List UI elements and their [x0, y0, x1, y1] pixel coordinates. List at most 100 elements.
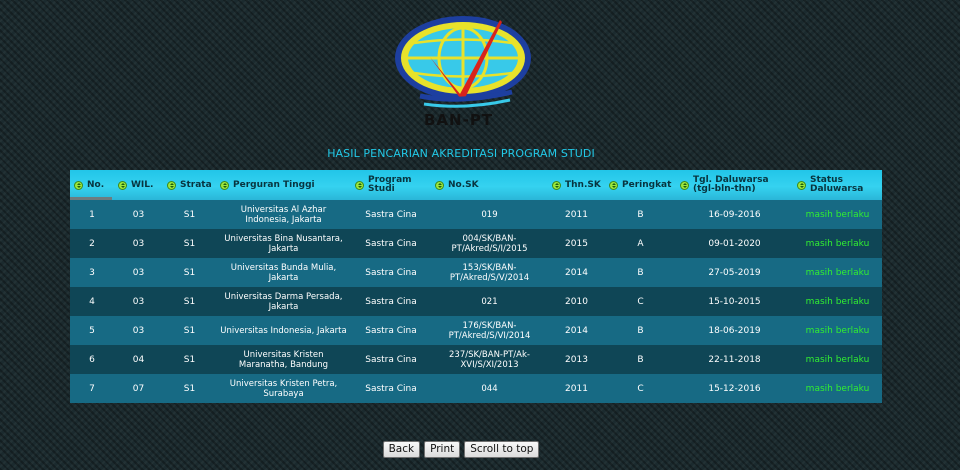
- sort-icon[interactable]: [435, 180, 444, 190]
- cell-no-sk: 019: [431, 200, 548, 229]
- cell-status: masih berlaku: [793, 345, 882, 374]
- cell-no: 1: [70, 200, 114, 229]
- cell-perguruan-tinggi: Universitas Al Azhar Indonesia, Jakarta: [216, 200, 351, 229]
- cell-no: 2: [70, 229, 114, 258]
- cell-status: masih berlaku: [793, 374, 882, 403]
- cell-status: masih berlaku: [793, 287, 882, 316]
- cell-perguruan-tinggi: Universitas Darma Persada, Jakarta: [216, 287, 351, 316]
- cell-tgl-daluwarsa: 15-12-2016: [676, 374, 793, 403]
- cell-wil: 03: [114, 258, 163, 287]
- cell-status: masih berlaku: [793, 229, 882, 258]
- cell-peringkat: B: [605, 345, 676, 374]
- cell-perguruan-tinggi: Universitas Kristen Petra, Surabaya: [216, 374, 351, 403]
- header-no[interactable]: No.: [70, 170, 114, 200]
- cell-strata: S1: [163, 287, 216, 316]
- cell-wil: 03: [114, 287, 163, 316]
- cell-tgl-daluwarsa: 09-01-2020: [676, 229, 793, 258]
- cell-wil: 07: [114, 374, 163, 403]
- cell-program-studi: Sastra Cina: [351, 345, 431, 374]
- header-thn-sk[interactable]: Thn.SK: [548, 170, 605, 200]
- cell-perguruan-tinggi: Universitas Bina Nusantara, Jakarta: [216, 229, 351, 258]
- sort-icon[interactable]: [355, 180, 364, 190]
- cell-tgl-daluwarsa: 27-05-2019: [676, 258, 793, 287]
- cell-thn-sk: 2015: [548, 229, 605, 258]
- results-table: No. WIL. Strata Perguran Tinggi Program …: [70, 170, 882, 403]
- header-peringkat[interactable]: Peringkat: [605, 170, 676, 200]
- print-button[interactable]: Print: [424, 441, 461, 458]
- cell-program-studi: Sastra Cina: [351, 258, 431, 287]
- sort-icon[interactable]: [797, 180, 806, 190]
- cell-strata: S1: [163, 316, 216, 345]
- cell-thn-sk: 2013: [548, 345, 605, 374]
- cell-status: masih berlaku: [793, 258, 882, 287]
- sort-icon[interactable]: [680, 180, 689, 190]
- cell-wil: 04: [114, 345, 163, 374]
- header-wil[interactable]: WIL.: [114, 170, 163, 200]
- cell-thn-sk: 2011: [548, 374, 605, 403]
- sort-icon[interactable]: [220, 180, 229, 190]
- sort-icon[interactable]: [167, 180, 176, 190]
- table-row: 7 07 S1 Universitas Kristen Petra, Surab…: [70, 374, 882, 403]
- table-row: 6 04 S1 Universitas Kristen Maranatha, B…: [70, 345, 882, 374]
- cell-program-studi: Sastra Cina: [351, 374, 431, 403]
- logo-text: BAN-PT: [424, 111, 494, 129]
- cell-no-sk: 044: [431, 374, 548, 403]
- header-strata[interactable]: Strata: [163, 170, 216, 200]
- sort-icon[interactable]: [609, 180, 618, 190]
- cell-strata: S1: [163, 200, 216, 229]
- ban-pt-logo: BAN-PT: [390, 12, 540, 132]
- cell-tgl-daluwarsa: 15-10-2015: [676, 287, 793, 316]
- cell-program-studi: Sastra Cina: [351, 287, 431, 316]
- cell-no: 7: [70, 374, 114, 403]
- header-tgl-daluwarsa[interactable]: Tgl. Daluwarsa (tgl-bln-thn): [676, 170, 793, 200]
- table-row: 3 03 S1 Universitas Bunda Mulia, Jakarta…: [70, 258, 882, 287]
- cell-wil: 03: [114, 200, 163, 229]
- header-perguruan-tinggi[interactable]: Perguran Tinggi: [216, 170, 351, 200]
- cell-peringkat: C: [605, 287, 676, 316]
- page-title: HASIL PENCARIAN AKREDITASI PROGRAM STUDI: [327, 147, 595, 160]
- cell-thn-sk: 2010: [548, 287, 605, 316]
- cell-thn-sk: 2014: [548, 316, 605, 345]
- action-buttons: Back Print Scroll to top: [0, 441, 922, 458]
- cell-no: 6: [70, 345, 114, 374]
- cell-no: 5: [70, 316, 114, 345]
- cell-no: 4: [70, 287, 114, 316]
- cell-peringkat: A: [605, 229, 676, 258]
- cell-no-sk: 176/SK/BAN-PT/Akred/S/VI/2014: [431, 316, 548, 345]
- cell-tgl-daluwarsa: 22-11-2018: [676, 345, 793, 374]
- table-row: 4 03 S1 Universitas Darma Persada, Jakar…: [70, 287, 882, 316]
- cell-perguruan-tinggi: Universitas Bunda Mulia, Jakarta: [216, 258, 351, 287]
- sort-icon[interactable]: [74, 180, 83, 190]
- table-row: 2 03 S1 Universitas Bina Nusantara, Jaka…: [70, 229, 882, 258]
- cell-no-sk: 153/SK/BAN-PT/Akred/S/V/2014: [431, 258, 548, 287]
- cell-perguruan-tinggi: Universitas Indonesia, Jakarta: [216, 316, 351, 345]
- cell-strata: S1: [163, 374, 216, 403]
- sort-icon[interactable]: [552, 180, 561, 190]
- cell-thn-sk: 2011: [548, 200, 605, 229]
- sort-icon[interactable]: [118, 180, 127, 190]
- cell-strata: S1: [163, 258, 216, 287]
- cell-tgl-daluwarsa: 16-09-2016: [676, 200, 793, 229]
- cell-thn-sk: 2014: [548, 258, 605, 287]
- cell-no-sk: 021: [431, 287, 548, 316]
- cell-status: masih berlaku: [793, 316, 882, 345]
- cell-no: 3: [70, 258, 114, 287]
- scroll-to-top-button[interactable]: Scroll to top: [464, 441, 540, 458]
- cell-peringkat: C: [605, 374, 676, 403]
- cell-program-studi: Sastra Cina: [351, 316, 431, 345]
- table-body: 1 03 S1 Universitas Al Azhar Indonesia, …: [70, 200, 882, 403]
- table-header: No. WIL. Strata Perguran Tinggi Program …: [70, 170, 882, 200]
- header-no-sk[interactable]: No.SK: [431, 170, 548, 200]
- cell-tgl-daluwarsa: 18-06-2019: [676, 316, 793, 345]
- cell-peringkat: B: [605, 200, 676, 229]
- header-program-studi[interactable]: Program Studi: [351, 170, 431, 200]
- cell-peringkat: B: [605, 258, 676, 287]
- header-status-daluwarsa[interactable]: Status Daluwarsa: [793, 170, 882, 200]
- cell-no-sk: 237/SK/BAN-PT/Ak-XVI/S/XI/2013: [431, 345, 548, 374]
- table-row: 1 03 S1 Universitas Al Azhar Indonesia, …: [70, 200, 882, 229]
- cell-strata: S1: [163, 345, 216, 374]
- cell-no-sk: 004/SK/BAN-PT/Akred/S/I/2015: [431, 229, 548, 258]
- cell-wil: 03: [114, 316, 163, 345]
- cell-status: masih berlaku: [793, 200, 882, 229]
- back-button[interactable]: Back: [382, 441, 421, 458]
